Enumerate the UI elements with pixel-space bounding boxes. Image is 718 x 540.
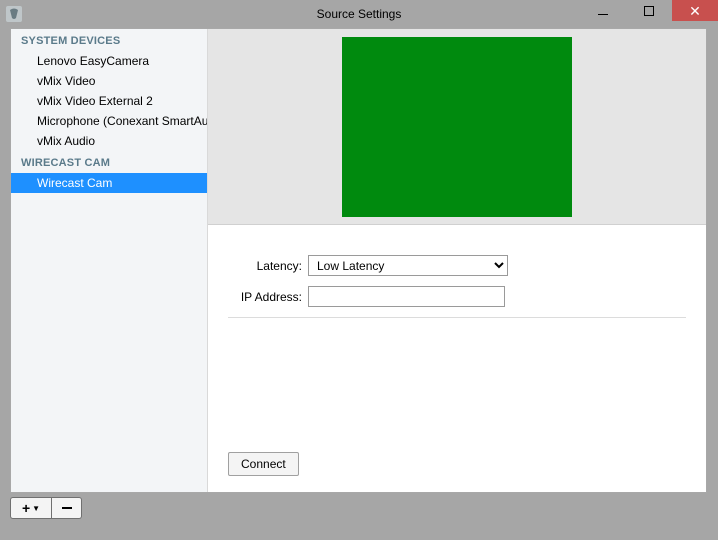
plus-icon: +	[22, 501, 30, 515]
preview-area	[208, 29, 706, 225]
device-item-vmix-audio[interactable]: vMix Audio	[11, 131, 207, 151]
form-separator	[228, 317, 686, 318]
main-panel: Latency: Low Latency IP Address: Connect	[208, 29, 706, 492]
caret-down-icon: ▼	[32, 504, 40, 513]
device-item-lenovo-easycamera[interactable]: Lenovo EasyCamera	[11, 51, 207, 71]
maximize-icon	[644, 6, 654, 16]
settings-form: Latency: Low Latency IP Address: Connect	[208, 225, 706, 492]
maximize-button[interactable]	[626, 0, 672, 21]
remove-device-button[interactable]	[52, 497, 82, 519]
ip-address-label: IP Address:	[228, 290, 308, 304]
footer-controls: + ▼	[10, 497, 708, 519]
connect-button[interactable]: Connect	[228, 452, 299, 476]
title-bar: Source Settings ✕	[0, 0, 718, 28]
add-device-button[interactable]: + ▼	[10, 497, 52, 519]
minus-icon	[62, 507, 72, 509]
latency-select[interactable]: Low Latency	[308, 255, 508, 276]
ip-address-row: IP Address:	[228, 286, 686, 307]
window-controls: ✕	[580, 0, 718, 21]
device-item-vmix-video-external-2[interactable]: vMix Video External 2	[11, 91, 207, 111]
app-icon	[6, 6, 22, 22]
close-button[interactable]: ✕	[672, 0, 718, 21]
section-header-wirecast-cam: WIRECAST CAM	[11, 151, 207, 173]
device-sidebar: SYSTEM DEVICES Lenovo EasyCamera vMix Vi…	[11, 29, 208, 492]
close-icon: ✕	[689, 4, 701, 18]
content-area: SYSTEM DEVICES Lenovo EasyCamera vMix Vi…	[10, 28, 707, 493]
minimize-icon	[598, 14, 608, 15]
device-item-wirecast-cam[interactable]: Wirecast Cam	[11, 173, 207, 193]
device-item-microphone-conexant[interactable]: Microphone (Conexant SmartAudio	[11, 111, 207, 131]
ip-address-input[interactable]	[308, 286, 505, 307]
video-preview	[342, 37, 572, 217]
section-header-system-devices: SYSTEM DEVICES	[11, 29, 207, 51]
device-item-vmix-video[interactable]: vMix Video	[11, 71, 207, 91]
window-body: SYSTEM DEVICES Lenovo EasyCamera vMix Vi…	[10, 28, 708, 519]
latency-label: Latency:	[228, 259, 308, 273]
latency-row: Latency: Low Latency	[228, 255, 686, 276]
minimize-button[interactable]	[580, 0, 626, 21]
